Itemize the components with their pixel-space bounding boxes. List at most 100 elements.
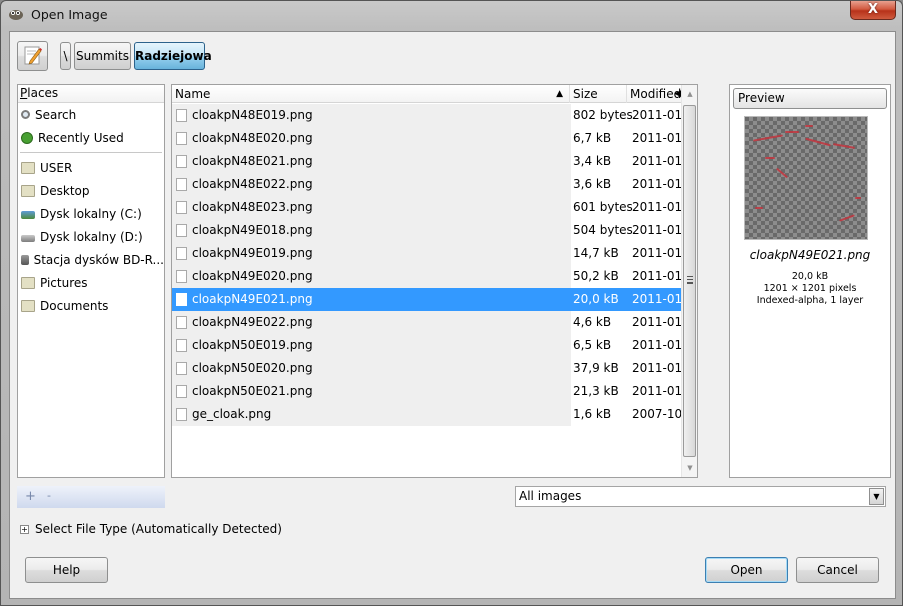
file-icon [176, 362, 187, 375]
file-row[interactable]: cloakpN49E019.png 14,7 kB 2011-01-07 [172, 242, 697, 265]
search-icon [21, 110, 30, 119]
file-size: 802 bytes [573, 108, 633, 122]
open-button[interactable]: Open [705, 557, 788, 583]
file-size: 6,5 kB [573, 338, 612, 352]
gimp-app-icon [9, 10, 23, 20]
place-label: USER [40, 160, 73, 175]
title-bar[interactable]: Open Image X [1, 1, 902, 29]
add-bookmark-button[interactable]: + [25, 489, 36, 504]
place-label: Dysk lokalny (C:) [40, 206, 142, 221]
column-label: Size [573, 87, 598, 101]
cdrom-icon [21, 254, 29, 265]
place-item-user[interactable]: USER [18, 156, 164, 179]
file-list-scrollbar[interactable]: ▲ ▼ [681, 85, 697, 477]
file-size: 37,9 kB [573, 361, 619, 375]
column-label: Name [175, 87, 211, 101]
help-button[interactable]: Help [25, 557, 108, 583]
chevron-down-icon[interactable]: ▼ [869, 488, 884, 505]
cancel-label: Cancel [817, 563, 858, 577]
place-item-pictures[interactable]: Pictures [18, 271, 164, 294]
place-item-search[interactable]: Search [18, 103, 164, 126]
file-size: 50,2 kB [573, 269, 619, 283]
open-label: Open [730, 563, 763, 577]
cancel-button[interactable]: Cancel [796, 557, 879, 583]
column-header-size[interactable]: Size [570, 85, 627, 103]
file-row[interactable]: cloakpN49E020.png 50,2 kB 2011-01-07 [172, 265, 697, 288]
file-name: cloakpN49E021.png [192, 292, 313, 306]
file-row[interactable]: cloakpN50E019.png 6,5 kB 2011-01-07 [172, 334, 697, 357]
file-row[interactable]: ge_cloak.png 1,6 kB 2007-10-23 [172, 403, 697, 426]
remove-bookmark-button[interactable]: - [47, 489, 51, 502]
edit-location-button[interactable] [17, 41, 48, 71]
preview-toggle-button[interactable]: Preview [733, 88, 887, 109]
place-item-drive-d[interactable]: Dysk lokalny (D:) [18, 225, 164, 248]
path-summits-button[interactable]: Summits [74, 42, 131, 70]
scroll-down-arrow-icon[interactable]: ▼ [682, 460, 697, 476]
file-size: 3,4 kB [573, 154, 612, 168]
file-size: 14,7 kB [573, 246, 619, 260]
file-name: cloakpN48E022.png [192, 177, 313, 191]
folder-icon [21, 299, 35, 312]
places-divider [20, 152, 162, 153]
file-name-cell: cloakpN49E019.png [172, 242, 571, 265]
path-radziejowa-button[interactable]: Radziejowa [134, 42, 212, 70]
preview-type: Indexed-alpha, 1 layer [756, 295, 864, 306]
place-label: Dysk lokalny (D:) [40, 229, 143, 244]
file-icon [176, 109, 187, 122]
place-item-bd-drive[interactable]: Stacja dysków BD-R... [18, 248, 164, 271]
select-file-type-expander[interactable]: + Select File Type (Automatically Detect… [20, 522, 282, 536]
drive-icon [21, 234, 35, 242]
place-item-documents[interactable]: Documents [18, 294, 164, 317]
place-item-desktop[interactable]: Desktop [18, 179, 164, 202]
file-icon [176, 270, 187, 283]
file-name-cell: cloakpN50E020.png [172, 357, 571, 380]
file-name: cloakpN49E022.png [192, 315, 313, 329]
file-name: cloakpN48E020.png [192, 131, 313, 145]
file-name: cloakpN49E020.png [192, 269, 313, 283]
scrollbar-thumb[interactable] [683, 105, 696, 457]
file-icon [176, 293, 187, 306]
place-item-recently-used[interactable]: Recently Used [18, 126, 164, 149]
place-item-drive-c[interactable]: Dysk lokalny (C:) [18, 202, 164, 225]
file-name-cell: cloakpN48E023.png [172, 196, 571, 219]
file-name-cell: cloakpN49E018.png [172, 219, 571, 242]
file-name-cell: cloakpN48E022.png [172, 173, 571, 196]
file-filter-select[interactable]: All images ▼ [515, 486, 886, 507]
scroll-up-arrow-icon[interactable]: ▲ [682, 86, 697, 102]
file-row[interactable]: cloakpN50E021.png 21,3 kB 2011-01-07 [172, 380, 697, 403]
file-size: 21,3 kB [573, 384, 619, 398]
file-row[interactable]: cloakpN50E020.png 37,9 kB 2011-01-07 [172, 357, 697, 380]
file-row[interactable]: cloakpN49E022.png 4,6 kB 2011-01-07 [172, 311, 697, 334]
file-icon [176, 224, 187, 237]
column-header-name[interactable]: Name ▲ [172, 85, 570, 103]
preview-filename: cloakpN49E021.png [749, 248, 871, 262]
file-size: 1,6 kB [573, 407, 612, 421]
file-rows: cloakpN48E019.png 802 bytes 2011-01-07 cloa… [172, 104, 697, 426]
file-size: 4,6 kB [573, 315, 612, 329]
file-name: cloakpN50E020.png [192, 361, 313, 375]
close-button[interactable]: X [850, 1, 896, 20]
column-arrow-icon: ◀ [674, 89, 681, 99]
file-icon [176, 247, 187, 260]
file-name-cell: cloakpN48E019.png [172, 104, 571, 127]
preview-panel: Preview cloakpN49E021.png 20,0 kB 1201 ×… [729, 84, 891, 478]
file-row[interactable]: cloakpN48E023.png 601 bytes 2011-01-07 [172, 196, 697, 219]
place-label: Recently Used [38, 130, 124, 145]
path-root-button[interactable]: \ [60, 42, 71, 70]
places-header[interactable]: Places [18, 85, 164, 103]
file-icon [176, 339, 187, 352]
file-row[interactable]: cloakpN48E019.png 802 bytes 2011-01-07 [172, 104, 697, 127]
column-header-modified[interactable]: Modified ◀ [627, 85, 681, 103]
file-row[interactable]: cloakpN48E022.png 3,6 kB 2011-01-07 [172, 173, 697, 196]
file-row[interactable]: cloakpN48E021.png 3,4 kB 2011-01-07 [172, 150, 697, 173]
open-image-dialog: Open Image X \ Summits Radziejowa Places… [0, 0, 903, 606]
places-panel: Places Search Recently Used USER Desktop [17, 84, 165, 478]
preview-size: 20,0 kB [791, 271, 829, 282]
file-icon [176, 408, 187, 421]
file-name-cell: cloakpN49E020.png [172, 265, 571, 288]
file-row[interactable]: cloakpN48E020.png 6,7 kB 2011-01-07 [172, 127, 697, 150]
file-row[interactable]: cloakpN49E021.png 20,0 kB 2011-01-07 [172, 288, 697, 311]
help-label: Help [52, 563, 81, 577]
file-row[interactable]: cloakpN49E018.png 504 bytes 2011-01-07 [172, 219, 697, 242]
file-icon [176, 385, 187, 398]
